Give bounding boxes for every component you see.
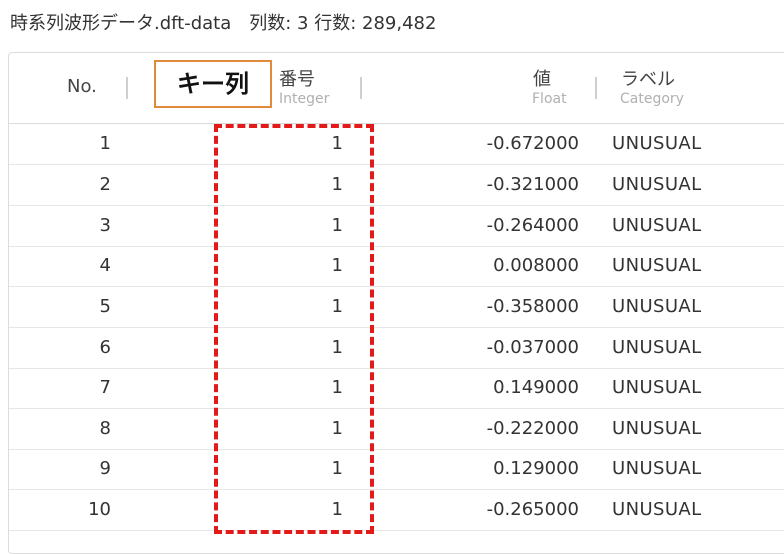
column-header-value[interactable]: 値 xyxy=(533,65,551,91)
cell-no: 8 xyxy=(99,418,111,439)
table-row[interactable]: 3 1 -0.264000 UNUSUAL xyxy=(9,206,784,247)
column-resize-handle-1[interactable] xyxy=(126,77,128,99)
column-type-value: Float xyxy=(532,91,567,107)
table-row[interactable]: 9 1 0.129000 UNUSUAL xyxy=(9,449,784,490)
cell-label: UNUSUAL xyxy=(612,215,702,236)
column-resize-handle-2[interactable] xyxy=(360,77,362,99)
dataset-stats: 列数: 3 行数: 289,482 xyxy=(249,13,437,34)
table-row[interactable]: 10 1 -0.265000 UNUSUAL xyxy=(9,490,784,531)
table-row[interactable]: 2 1 -0.321000 UNUSUAL xyxy=(9,165,784,206)
column-header-no[interactable]: No. xyxy=(67,76,97,97)
cell-number: 1 xyxy=(331,296,343,317)
cell-label: UNUSUAL xyxy=(612,377,702,398)
cell-value: -0.037000 xyxy=(486,337,579,358)
cell-no: 1 xyxy=(99,133,111,154)
cell-value: -0.222000 xyxy=(486,418,579,439)
cell-number: 1 xyxy=(331,418,343,439)
cell-no: 10 xyxy=(88,499,111,520)
cell-number: 1 xyxy=(331,215,343,236)
cell-value: -0.321000 xyxy=(486,174,579,195)
cell-value: 0.129000 xyxy=(493,458,579,479)
cell-number: 1 xyxy=(331,458,343,479)
cell-number: 1 xyxy=(331,337,343,358)
cell-no: 2 xyxy=(99,174,111,195)
dataset-header: 時系列波形データ.dft-data 列数: 3 行数: 289,482 xyxy=(10,10,436,38)
cell-number: 1 xyxy=(331,377,343,398)
cell-label: UNUSUAL xyxy=(612,499,702,520)
cell-no: 4 xyxy=(99,255,111,276)
cell-number: 1 xyxy=(331,255,343,276)
cell-value: -0.672000 xyxy=(486,133,579,154)
cell-number: 1 xyxy=(331,499,343,520)
cell-value: 0.008000 xyxy=(493,255,579,276)
cell-no: 5 xyxy=(99,296,111,317)
cell-label: UNUSUAL xyxy=(612,337,702,358)
cell-label: UNUSUAL xyxy=(612,255,702,276)
table-row[interactable]: 4 1 0.008000 UNUSUAL xyxy=(9,246,784,287)
cell-label: UNUSUAL xyxy=(612,458,702,479)
key-column-callout: キー列 xyxy=(154,60,272,108)
column-type-number: Integer xyxy=(279,91,330,107)
column-header-number[interactable]: 番号 xyxy=(279,65,315,91)
cell-label: UNUSUAL xyxy=(612,296,702,317)
cell-value: 0.149000 xyxy=(493,377,579,398)
cell-value: -0.264000 xyxy=(486,215,579,236)
table-row[interactable]: 8 1 -0.222000 UNUSUAL xyxy=(9,409,784,450)
cell-number: 1 xyxy=(331,133,343,154)
cell-label: UNUSUAL xyxy=(612,418,702,439)
dataset-title: 時系列波形データ.dft-data xyxy=(10,13,232,34)
cell-no: 7 xyxy=(99,377,111,398)
cell-number: 1 xyxy=(331,174,343,195)
table-row[interactable]: 6 1 -0.037000 UNUSUAL xyxy=(9,328,784,369)
column-header-label[interactable]: ラベル xyxy=(621,65,675,91)
cell-value: -0.358000 xyxy=(486,296,579,317)
cell-no: 6 xyxy=(99,337,111,358)
table-row[interactable]: 5 1 -0.358000 UNUSUAL xyxy=(9,287,784,328)
cell-no: 9 xyxy=(99,458,111,479)
cell-label: UNUSUAL xyxy=(612,133,702,154)
cell-no: 3 xyxy=(99,215,111,236)
data-grid: No. 番号 Integer 値 Float ラベル Category 1 1 … xyxy=(8,52,784,554)
grid-column-header: No. 番号 Integer 値 Float ラベル Category xyxy=(9,53,784,124)
table-row[interactable]: 1 1 -0.672000 UNUSUAL xyxy=(9,124,784,165)
column-resize-handle-3[interactable] xyxy=(595,77,597,99)
column-type-label: Category xyxy=(620,91,684,107)
cell-value: -0.265000 xyxy=(486,499,579,520)
cell-label: UNUSUAL xyxy=(612,174,702,195)
table-row[interactable]: 7 1 0.149000 UNUSUAL xyxy=(9,368,784,409)
